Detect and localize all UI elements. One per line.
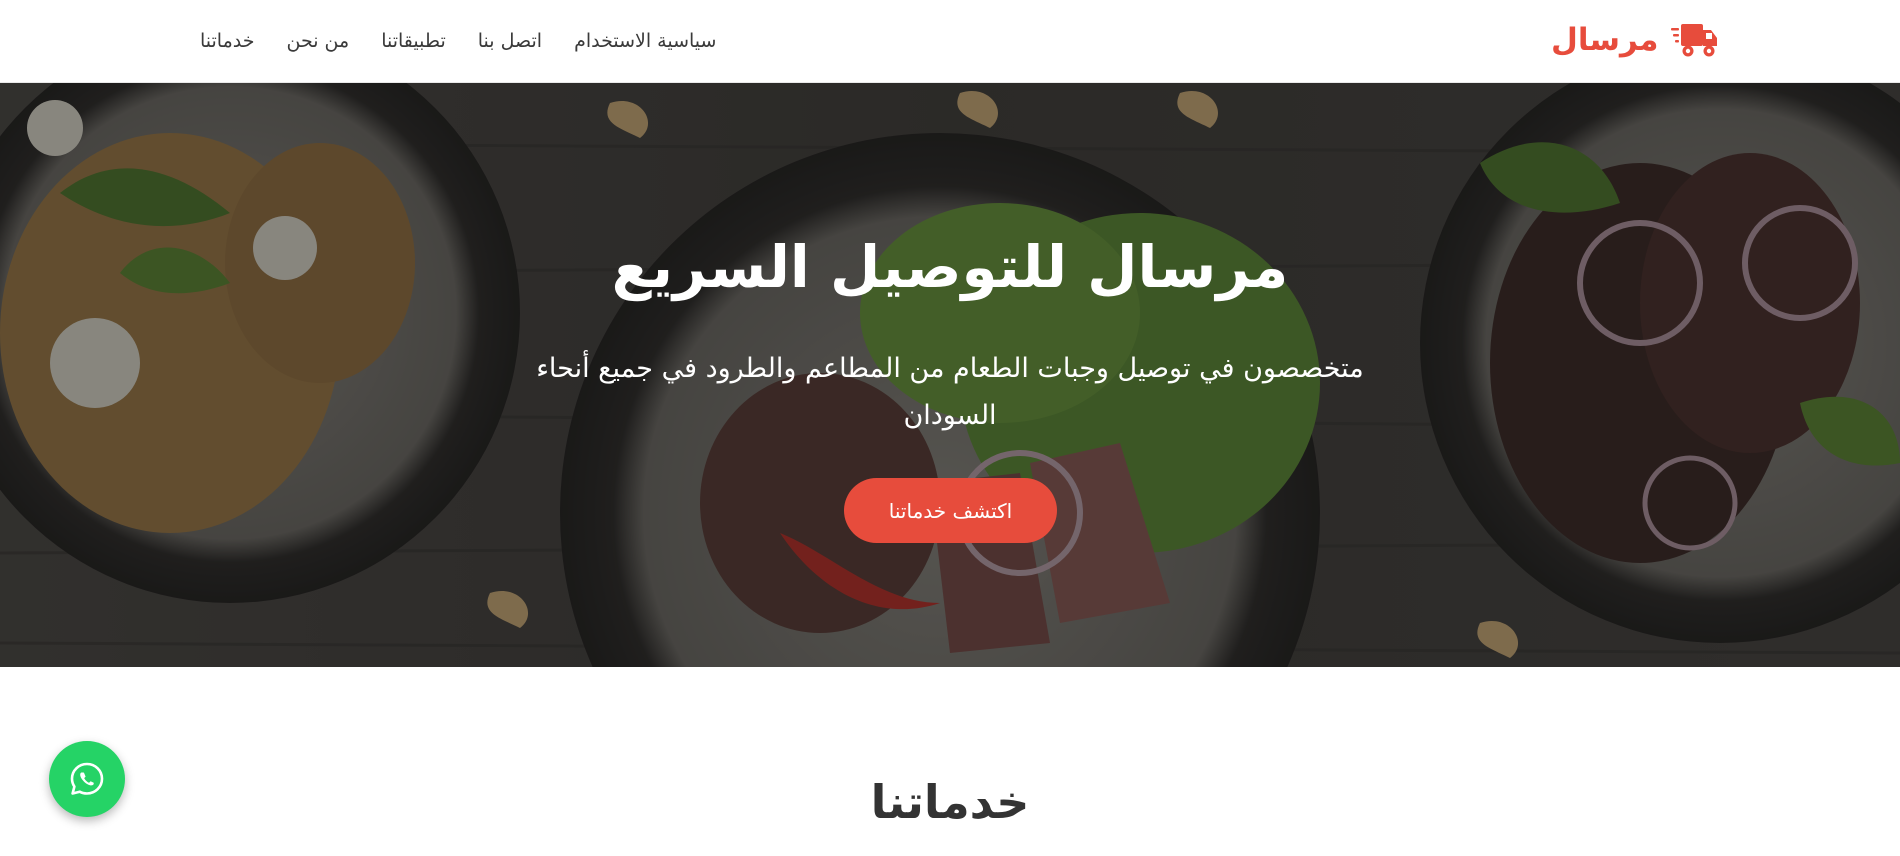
main-nav: خدماتنا من نحن تطبيقاتنا اتصل بنا سياسية… bbox=[200, 24, 716, 58]
nav-apps[interactable]: تطبيقاتنا bbox=[381, 30, 446, 52]
whatsapp-button[interactable] bbox=[49, 741, 125, 817]
nav-services[interactable]: خدماتنا bbox=[200, 30, 255, 52]
services-section-title: خدماتنا bbox=[870, 775, 1030, 829]
hero-subtitle: متخصصون في توصيل وجبات الطعام من المطاعم… bbox=[536, 353, 1364, 432]
site-header: مرسال خدماتنا من نحن تطبيقاتنا اتصل بنا … bbox=[0, 0, 1900, 83]
hero-section: مرسال للتوصيل السريع متخصصون في توصيل وج… bbox=[0, 83, 1900, 667]
brand-logo[interactable]: مرسال bbox=[1551, 18, 1719, 62]
discover-services-button[interactable]: اكتشف خدماتنا bbox=[844, 478, 1057, 543]
hero-content: مرسال للتوصيل السريع متخصصون في توصيل وج… bbox=[0, 83, 1900, 667]
hero-title: مرسال للتوصيل السريع bbox=[611, 233, 1289, 301]
nav-about[interactable]: من نحن bbox=[287, 30, 350, 52]
nav-usage-policy[interactable]: سياسية الاستخدام bbox=[574, 30, 716, 52]
brand-name: مرسال bbox=[1551, 22, 1659, 58]
nav-contact[interactable]: اتصل بنا bbox=[478, 30, 542, 52]
whatsapp-icon bbox=[70, 762, 104, 795]
delivery-truck-icon bbox=[1670, 24, 1717, 57]
